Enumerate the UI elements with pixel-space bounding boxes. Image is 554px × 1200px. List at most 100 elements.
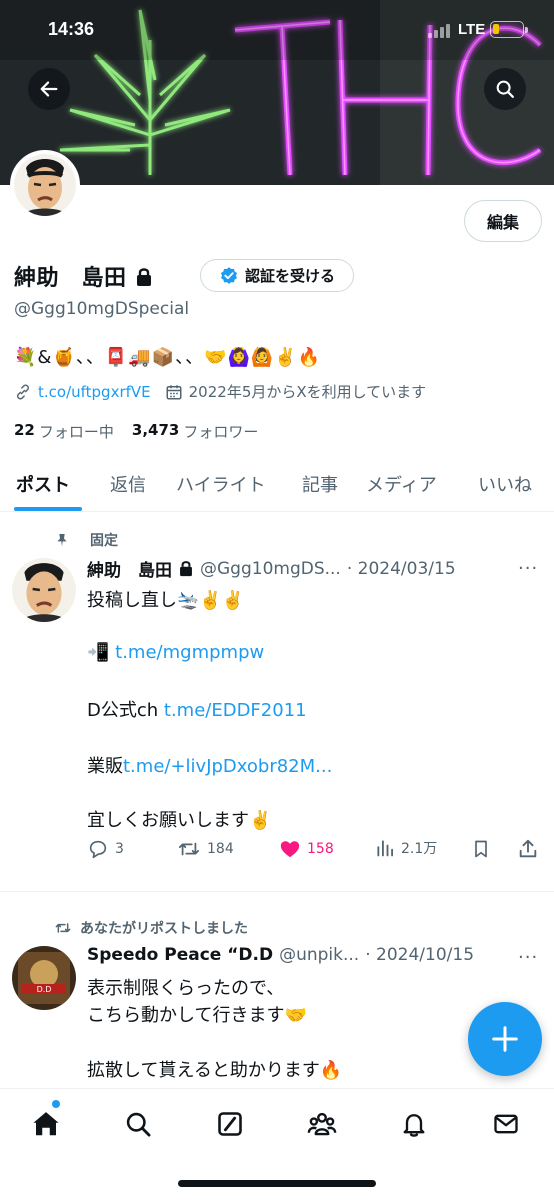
tweet-more-button[interactable]: ···	[518, 558, 538, 579]
avatar-illustration	[14, 154, 76, 216]
tweet-link[interactable]: t.me/mgmpmpw	[115, 642, 264, 663]
lock-icon	[180, 561, 192, 577]
views-count: 2.1万	[401, 841, 438, 857]
tweet-author-avatar[interactable]	[12, 558, 76, 622]
tweet-text-line: 業販t.me/+livJpDxobr82M...	[87, 752, 332, 778]
followers-count[interactable]: 3,473	[132, 421, 179, 442]
repost-context: あなたがリポストしました	[54, 918, 248, 938]
like-count: 158	[307, 841, 334, 857]
pinned-context: 固定	[54, 530, 118, 550]
bookmark-button[interactable]	[471, 838, 491, 860]
home-indicator[interactable]	[178, 1180, 376, 1187]
pinned-label: 固定	[90, 533, 118, 549]
edit-profile-button[interactable]: 編集	[464, 200, 542, 242]
followers-label[interactable]: フォロワー	[183, 421, 258, 442]
tweet-text-prefix: D公式ch	[87, 700, 164, 721]
plus-icon	[492, 1026, 518, 1052]
tweet-author-avatar[interactable]: D.D	[12, 946, 76, 1010]
nav-grok[interactable]	[213, 1107, 247, 1141]
nav-home[interactable]	[29, 1107, 63, 1141]
get-verified-label: 認証を受ける	[244, 267, 335, 285]
tab-media[interactable]: メディア	[366, 456, 437, 512]
tweet-text-line: こちら動かして行きます🤝	[87, 1005, 307, 1026]
nav-explore[interactable]	[121, 1107, 155, 1141]
tab-highlights[interactable]: ハイライト	[176, 456, 266, 512]
tab-likes[interactable]: いいね	[478, 456, 532, 512]
calendar-icon	[166, 384, 182, 399]
battery-icon	[490, 21, 528, 38]
compose-button[interactable]	[468, 1002, 542, 1076]
nav-messages[interactable]	[489, 1107, 523, 1141]
status-time: 14:36	[48, 19, 95, 39]
tweet-header: Speedo Peace “D.D @unpik... · 2024/10/15	[87, 945, 474, 965]
search-button[interactable]	[484, 68, 526, 110]
tweet-text-line: 📲 t.me/mgmpmpw	[87, 642, 264, 663]
reposted-tweet[interactable]: あなたがリポストしました D.D Speedo Peace “D.D @unpi…	[0, 892, 554, 1088]
pinned-tweet[interactable]: 固定 紳助 島田 @Ggg10mgDS... · 2024/03/15 ··· …	[0, 512, 554, 890]
avatar-illustration	[12, 558, 76, 622]
home-icon	[33, 1112, 59, 1136]
share-button[interactable]	[517, 838, 539, 860]
profile-avatar[interactable]	[10, 150, 80, 220]
tweet-text-line: 拡散して貰えると助かります🔥	[87, 1060, 343, 1081]
tweet-text-line: 表示制限くらったので、	[87, 978, 285, 999]
repost-count: 184	[207, 841, 234, 857]
lock-icon	[136, 268, 151, 286]
mail-icon	[494, 1114, 518, 1134]
phone-emoji: 📲	[87, 642, 110, 663]
tweet-text-line: D公式ch t.me/EDDF2011	[87, 696, 307, 722]
views-button[interactable]: 2.1万	[375, 838, 437, 858]
tweet-text-prefix: 業販	[87, 756, 123, 777]
bookmark-icon	[475, 840, 487, 858]
tab-posts[interactable]: ポスト	[16, 456, 70, 512]
communities-icon	[307, 1112, 337, 1136]
pin-icon	[57, 534, 67, 547]
like-button[interactable]: 158	[279, 838, 334, 860]
back-button[interactable]	[28, 68, 70, 110]
verified-badge-icon	[220, 266, 237, 284]
tab-replies[interactable]: 返信	[110, 456, 146, 512]
joined-date: 2022年5月からXを利用しています	[188, 383, 427, 401]
search-icon	[126, 1112, 151, 1137]
get-verified-button[interactable]: 認証を受ける	[200, 259, 354, 292]
tweet-more-button[interactable]: ···	[518, 947, 538, 968]
heart-filled-icon	[280, 841, 300, 858]
grok-icon	[218, 1112, 242, 1136]
following-label[interactable]: フォロー中	[39, 421, 114, 442]
tab-articles[interactable]: 記事	[302, 456, 338, 512]
tweet-author-handle[interactable]: @Ggg10mgDS...	[200, 559, 341, 579]
profile-meta: t.co/uftpgxrfVE 2022年5月からXを利用しています	[14, 381, 426, 402]
network-label: LTE	[458, 21, 486, 38]
signal-icon	[428, 24, 450, 38]
tweet-author-name[interactable]: Speedo Peace “D.D	[87, 945, 273, 965]
repost-icon	[178, 842, 200, 856]
tweet-actions: 3 184 158 2.1万	[87, 838, 547, 868]
profile-name-row: 紳助 島田	[14, 260, 153, 292]
tweet-link[interactable]: t.me/EDDF2011	[164, 700, 307, 721]
tweet-author-handle[interactable]: @unpik...	[279, 945, 359, 965]
tweet-date: · 2024/03/15	[346, 558, 456, 579]
display-name: 紳助 島田	[14, 266, 127, 291]
nav-communities[interactable]	[305, 1107, 339, 1141]
profile-bio: 💐&🍯、、📮🚚📦、、🤝🙆‍♀️🙆✌️🔥	[14, 347, 322, 368]
link-icon	[16, 383, 30, 400]
reply-icon	[89, 840, 107, 859]
share-icon	[519, 839, 537, 858]
repost-button[interactable]: 184	[177, 838, 234, 860]
arrow-left-icon	[40, 81, 58, 97]
tweet-author-name[interactable]: 紳助 島田	[87, 556, 172, 581]
avatar-illustration: D.D	[12, 946, 76, 1010]
nav-notifications[interactable]	[397, 1107, 431, 1141]
tweet-link[interactable]: t.me/+livJpDxobr82M...	[123, 756, 332, 777]
repost-icon	[55, 923, 71, 933]
reply-button[interactable]: 3	[87, 838, 124, 860]
following-count[interactable]: 22	[14, 421, 35, 442]
search-icon	[496, 80, 514, 98]
profile-website-link[interactable]: t.co/uftpgxrfVE	[38, 383, 151, 401]
analytics-icon	[377, 840, 393, 857]
home-unread-dot	[52, 1100, 60, 1108]
svg-text:D.D: D.D	[37, 985, 52, 994]
profile-tabs: ポスト 返信 ハイライト 記事 メディア いいね	[0, 456, 554, 512]
tweet-text-line: 宜しくお願いします✌️	[87, 810, 272, 831]
repost-context-label: あなたがリポストしました	[80, 921, 248, 937]
